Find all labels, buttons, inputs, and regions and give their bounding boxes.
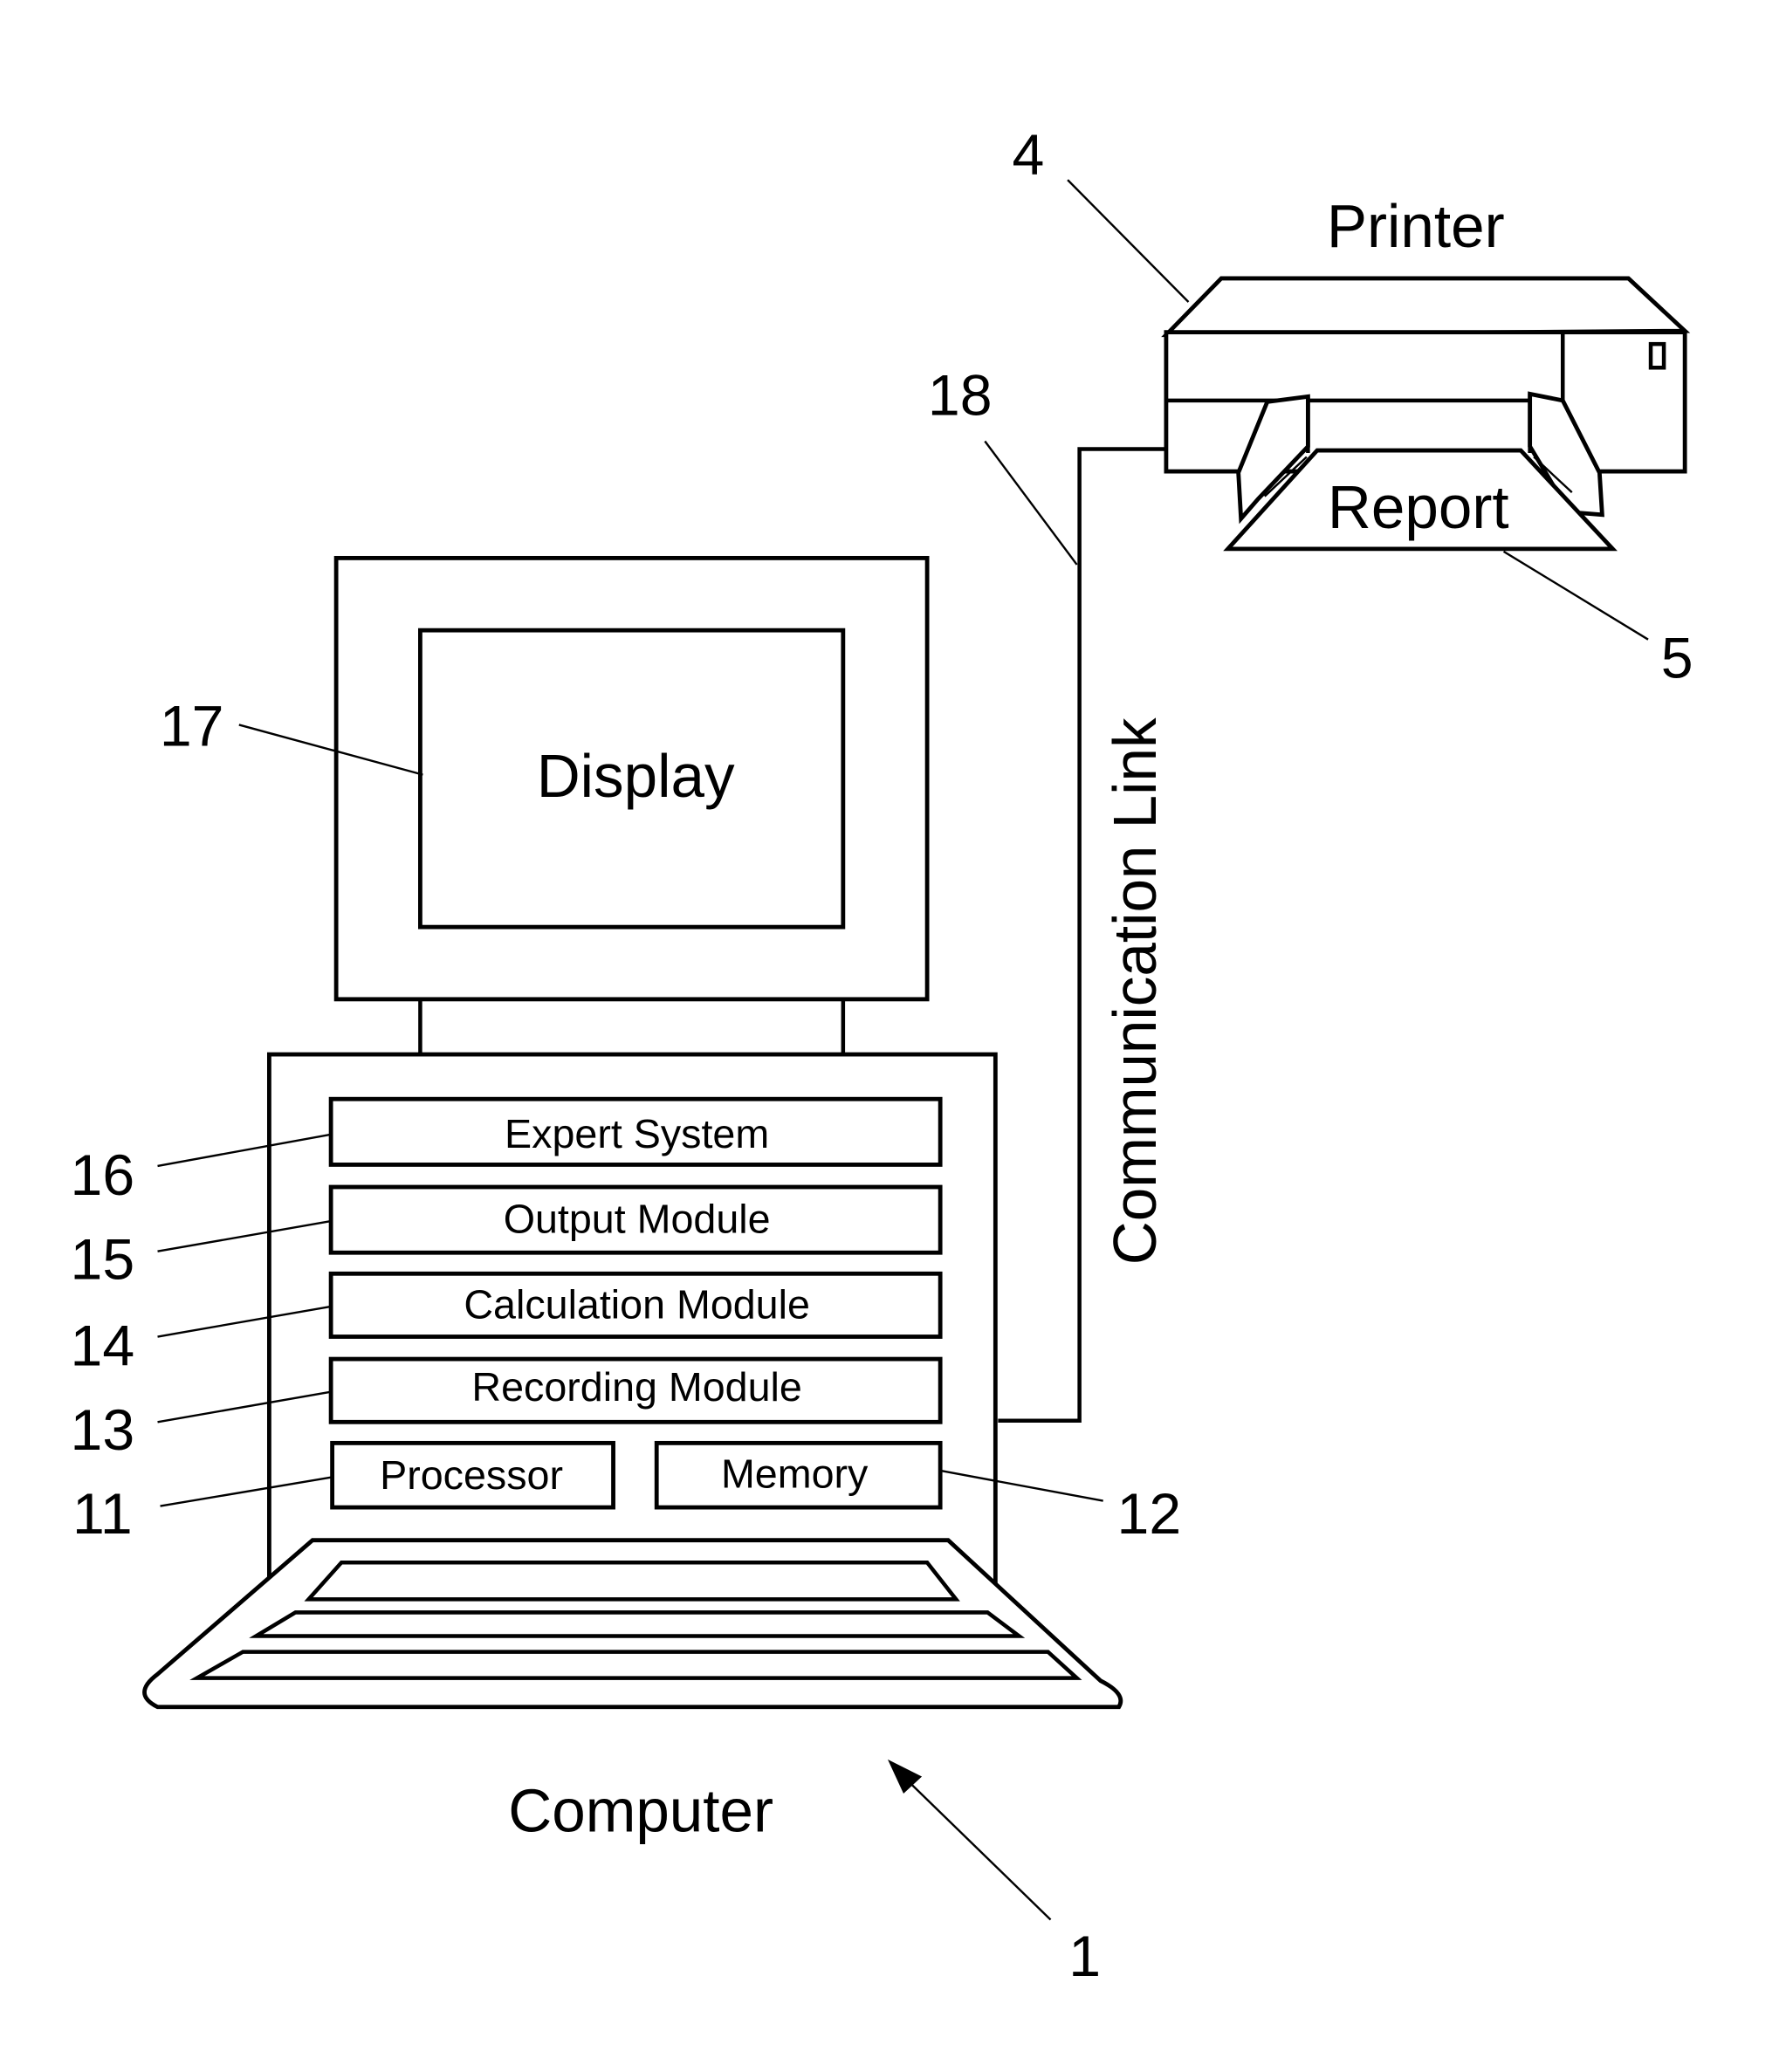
module-label: Output Module: [504, 1197, 771, 1242]
leader-printer: [1067, 179, 1190, 303]
module-label: Expert System: [505, 1111, 769, 1156]
memory: Memory: [654, 1440, 943, 1510]
processor-label: Processor: [380, 1452, 563, 1498]
processor: Processor: [330, 1440, 615, 1510]
leader-link: [984, 440, 1078, 566]
display-label: Display: [537, 742, 735, 810]
computer: Expert System Output Module Calculation …: [71, 1052, 1182, 1989]
link-label: Communication Link: [1101, 717, 1169, 1265]
module-recording: Recording Module: [328, 1356, 943, 1424]
ref-processor: 11: [72, 1482, 133, 1547]
ref-report: 5: [1661, 626, 1693, 690]
module-calculation: Calculation Module: [328, 1271, 943, 1339]
module-label: Recording Module: [471, 1364, 801, 1410]
module-expert-system: Expert System: [328, 1096, 943, 1167]
printer: Printer Report 4 5: [1013, 123, 1693, 690]
ref-calculation-module: 14: [71, 1314, 135, 1379]
module-output: Output Module: [328, 1184, 943, 1255]
memory-label: Memory: [721, 1451, 869, 1497]
leader-computer: [905, 1778, 1052, 1921]
ref-output-module: 15: [71, 1227, 135, 1292]
keyboard: [142, 1538, 1123, 1710]
ref-memory: 12: [1117, 1482, 1182, 1547]
monitor: Display 17: [160, 555, 930, 1055]
ref-expert-system: 16: [71, 1143, 135, 1208]
computer-label: Computer: [508, 1777, 773, 1845]
ref-link: 18: [928, 363, 993, 428]
ref-display: 17: [160, 695, 224, 759]
printer-label: Printer: [1327, 192, 1505, 260]
printer-top: [1161, 276, 1691, 338]
system-diagram: Printer Report 4 5 Communication Link 18…: [71, 123, 1693, 1989]
module-label: Calculation Module: [464, 1281, 810, 1327]
ref-computer: 1: [1068, 1924, 1101, 1989]
report-label: Report: [1328, 473, 1509, 541]
ref-printer: 4: [1013, 123, 1045, 188]
ref-recording-module: 13: [71, 1398, 135, 1463]
keyboard-base: [142, 1538, 1123, 1710]
leader-report: [1502, 550, 1649, 641]
